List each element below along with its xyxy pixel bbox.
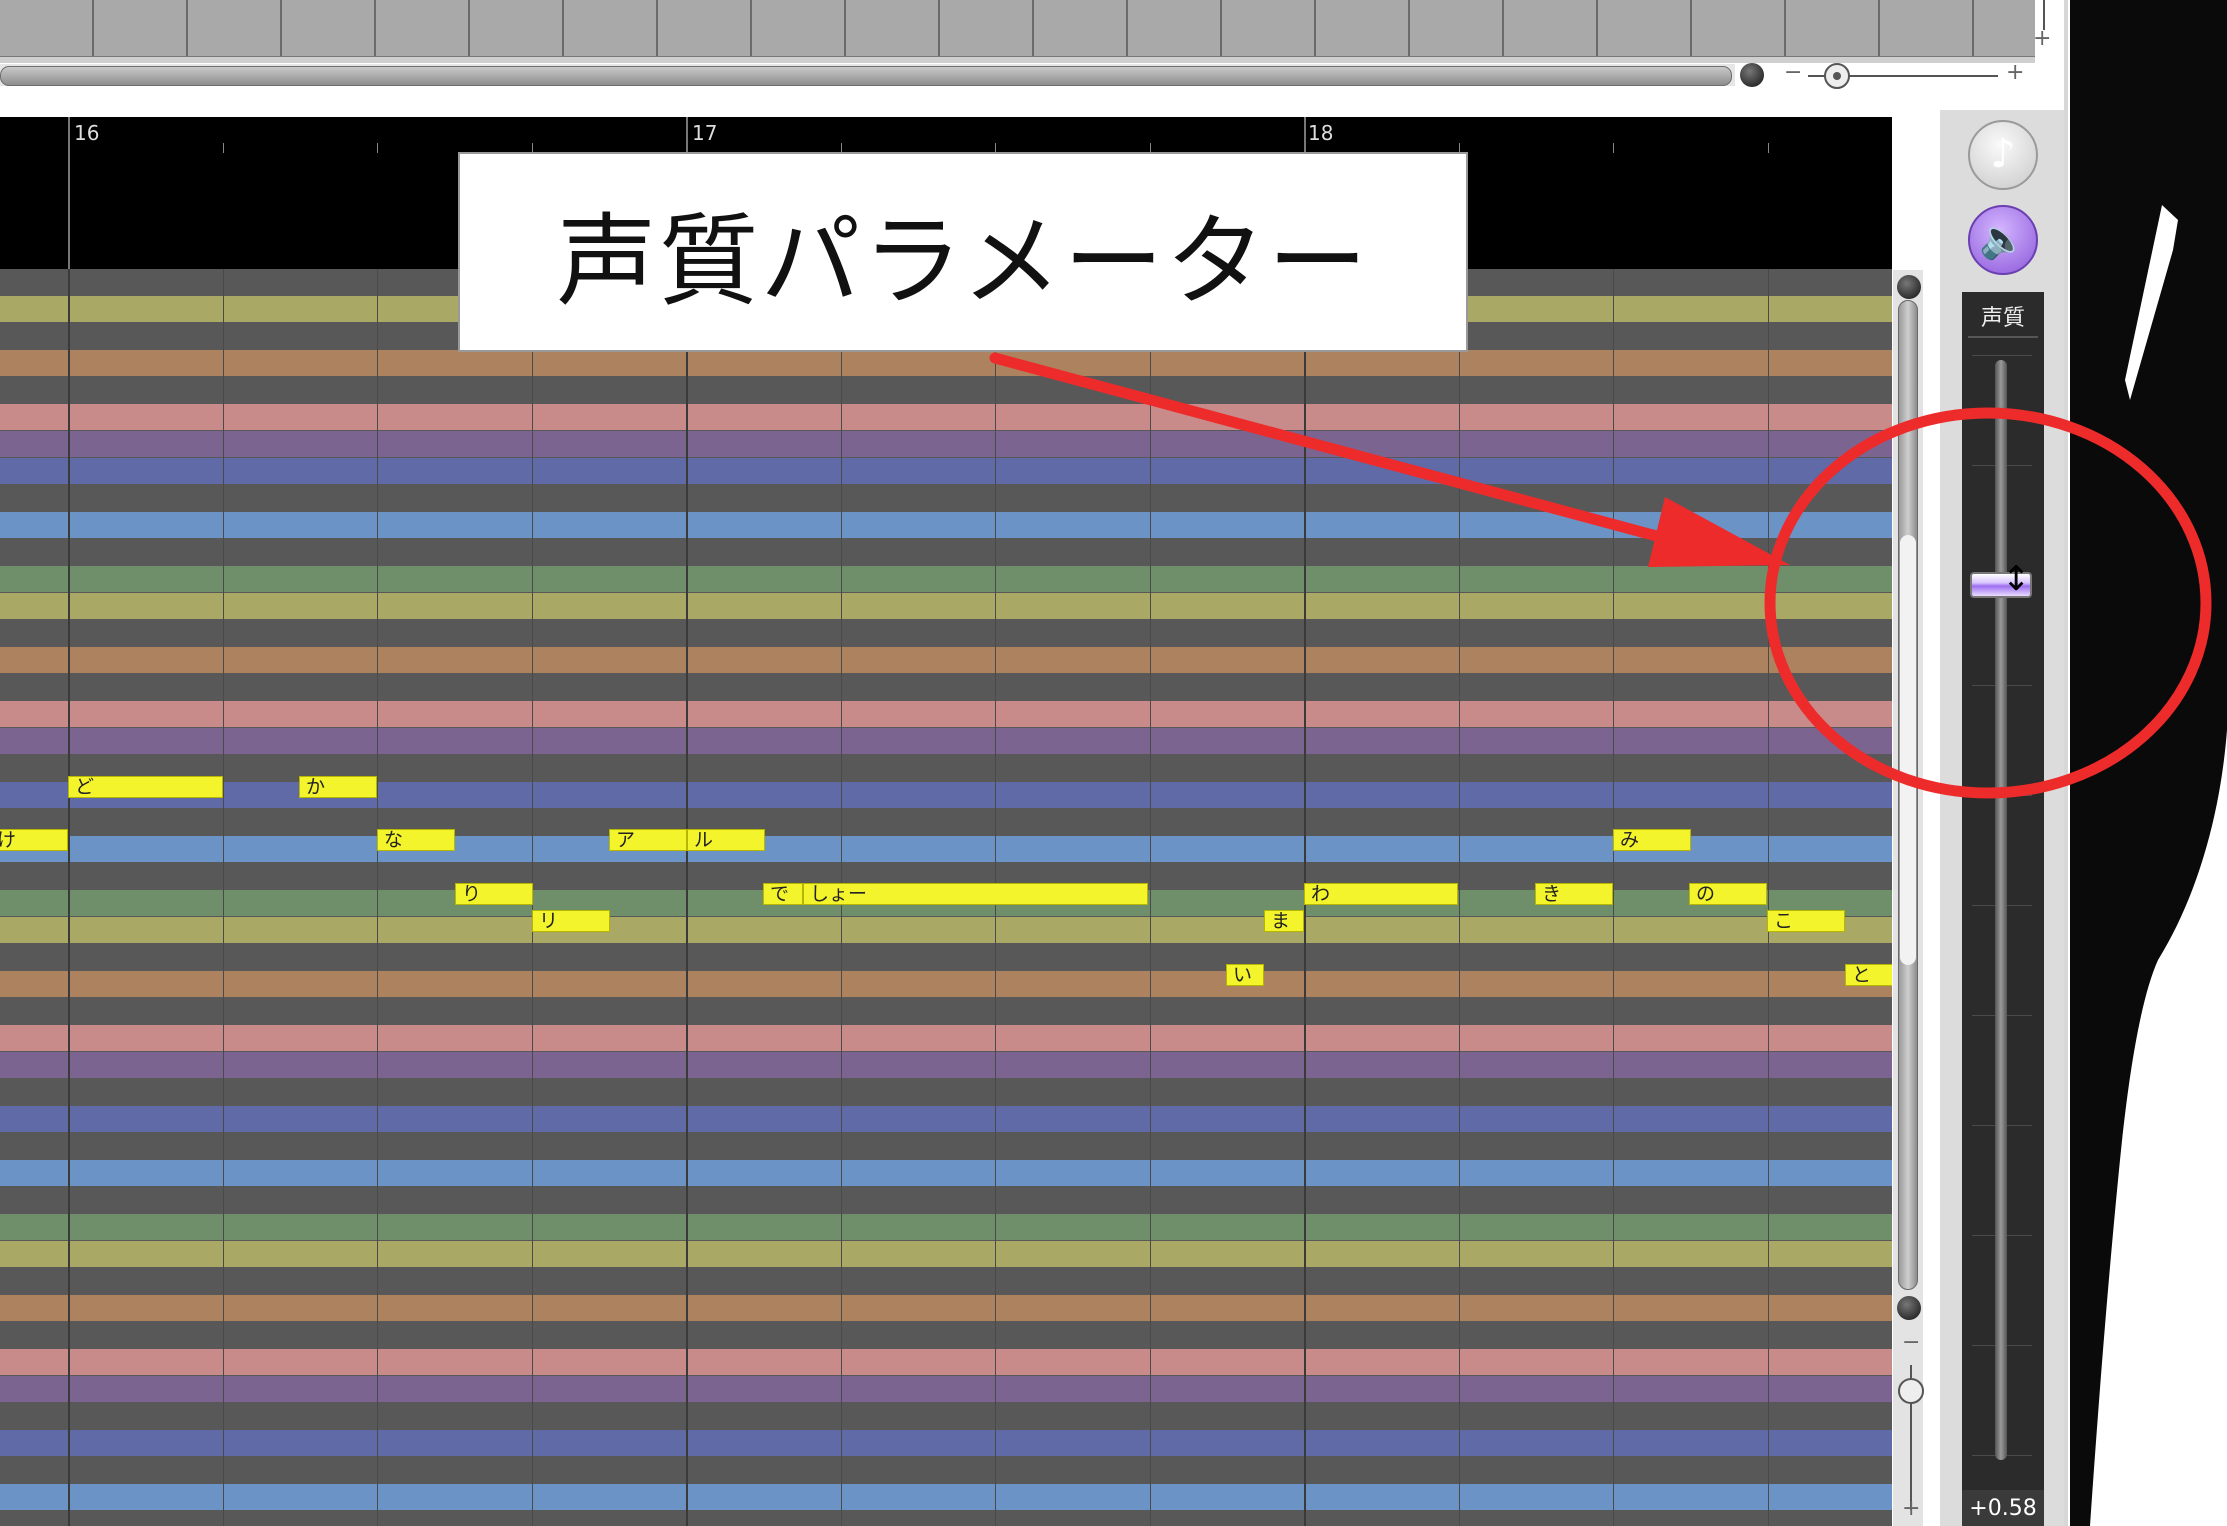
annotation-arrow	[989, 352, 1696, 551]
annotation-circle	[1764, 407, 2212, 799]
annotation-overlay	[989, 352, 2212, 799]
annotation-arrowhead	[1648, 497, 1790, 567]
